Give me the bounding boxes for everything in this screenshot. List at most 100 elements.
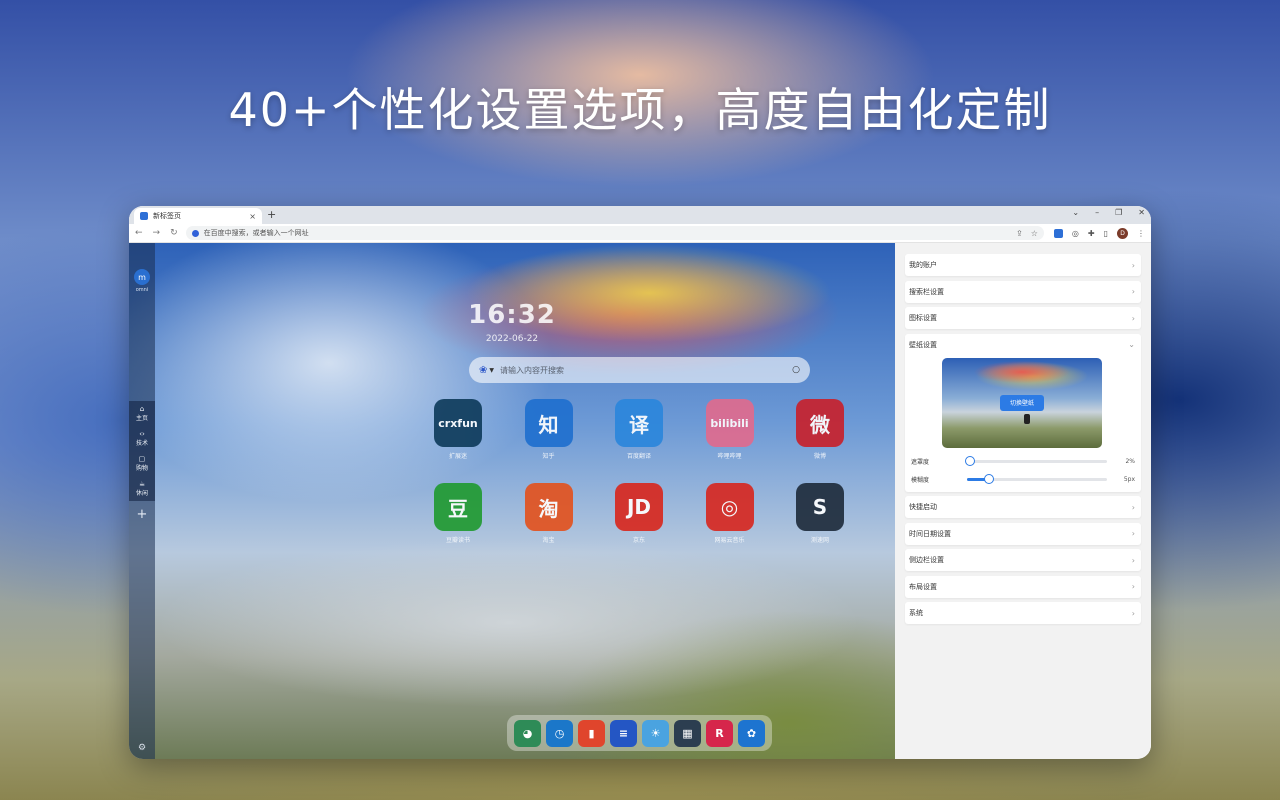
app-shortcut[interactable]: bilibili 哔哩哔哩 xyxy=(700,399,760,460)
search-bar[interactable]: ❀ ▼ 请输入内容开搜索 ○ xyxy=(469,357,810,383)
home-icon: ⌂ xyxy=(139,405,145,413)
settings-row-label: 快捷启动 xyxy=(909,503,937,511)
forward-icon[interactable]: → xyxy=(153,228,161,238)
sidebar-item-shopping[interactable]: ▢ 购物 xyxy=(136,455,148,472)
tab-close-icon[interactable]: × xyxy=(249,212,256,221)
clock-date: 2022-06-22 xyxy=(485,334,539,344)
close-window-icon[interactable]: ✕ xyxy=(1138,208,1145,217)
app-icon[interactable]: bilibili xyxy=(705,399,754,447)
app-label: 淘宝 xyxy=(542,537,555,544)
slider-track[interactable] xyxy=(967,473,1107,484)
app-icon[interactable]: 知 xyxy=(524,399,573,447)
dock: ◕ ◷ ▮ ≡ ☀ ▦ R ✿ xyxy=(507,715,772,751)
omni-logo-text: omni xyxy=(135,287,149,293)
sidepanel-icon[interactable]: ▯ xyxy=(1104,229,1108,238)
calendar-icon[interactable]: ▦ xyxy=(674,719,701,747)
wallpaper-settings-header[interactable]: 壁纸设置 ⌄ xyxy=(909,339,1135,351)
baidu-paw-icon[interactable]: ❀ xyxy=(479,365,487,376)
tab-favicon-icon xyxy=(140,212,148,220)
app-shortcut[interactable]: 微微博 xyxy=(790,399,850,460)
menu-icon[interactable]: ⋮ xyxy=(1137,229,1145,238)
app-icon[interactable]: 译 xyxy=(615,399,663,447)
app-shortcut[interactable]: S 测速网 xyxy=(790,483,850,544)
omnibox[interactable]: 在百度中搜索，或者输入一个网址 ⇪ ☆ xyxy=(185,226,1044,240)
gear-icon[interactable]: ⚙ xyxy=(138,743,146,753)
app-shortcut[interactable]: 知知乎 xyxy=(519,399,579,460)
app-icon[interactable]: 微 xyxy=(796,399,844,447)
slider-knob[interactable] xyxy=(964,455,975,466)
restore-icon[interactable]: ❐ xyxy=(1115,208,1122,217)
settings-row-label: 我的账户 xyxy=(909,261,937,269)
settings-row[interactable]: 侧边栏设置 › xyxy=(905,549,1141,571)
profile-avatar[interactable]: D xyxy=(1117,227,1128,239)
search-input[interactable]: 请输入内容开搜索 xyxy=(500,365,792,376)
omnibox-placeholder[interactable]: 在百度中搜索，或者输入一个网址 xyxy=(204,228,1016,238)
slider-knob[interactable] xyxy=(984,473,995,484)
star-icon[interactable]: ☆ xyxy=(1031,229,1038,238)
sidebar-item-home[interactable]: ⌂ 主页 xyxy=(136,405,148,422)
chevron-right-icon: › xyxy=(1131,260,1135,270)
puzzle-icon[interactable]: ✚ xyxy=(1088,229,1095,238)
switch-wallpaper-button[interactable]: 切换壁纸 xyxy=(1000,394,1044,411)
app-shortcut[interactable]: 译百度翻译 xyxy=(609,399,669,460)
app-shortcut[interactable]: JD 京东 xyxy=(609,483,669,544)
slider-row: 遮罩度 2% xyxy=(909,455,1135,466)
new-tab-stage: m omni ⌂ 主页 ‹› 技术 ▢ 购物 ☕ 休闲 + ⚙ 16:32 20… xyxy=(129,243,895,759)
app-icon[interactable]: 豆 xyxy=(434,483,482,531)
app-label: 豆瓣读书 xyxy=(445,537,470,544)
settings-row[interactable]: 搜索栏设置 › xyxy=(905,280,1141,303)
app-shortcut[interactable]: ◎ 网易云音乐 xyxy=(700,483,760,544)
app-icon[interactable]: S xyxy=(796,483,844,531)
clock-time: 16:32 xyxy=(468,300,556,330)
app-label: 测速网 xyxy=(810,537,829,544)
add-group-button[interactable]: + xyxy=(137,507,148,522)
settings-row[interactable]: 系统 › xyxy=(905,602,1141,624)
search-icon[interactable]: ○ xyxy=(792,365,800,375)
sidebar-item-leisure[interactable]: ☕ 休闲 xyxy=(136,480,148,497)
back-icon[interactable]: ← xyxy=(135,228,143,238)
paraglider-figure xyxy=(1024,413,1030,424)
settings-row[interactable]: 图标设置 › xyxy=(905,307,1141,329)
app-icon[interactable]: crxfun xyxy=(434,399,482,447)
settings-row[interactable]: 快捷启动 › xyxy=(905,496,1141,518)
settings-panel: 我的账户 › 搜索栏设置 › 图标设置 › 壁纸设置 ⌄ 切换壁纸 遮罩度 2% 模糊度 5px… xyxy=(895,243,1151,759)
slider-track[interactable] xyxy=(964,455,1107,466)
sidebar-item-label: 购物 xyxy=(135,465,148,472)
bag-icon: ▢ xyxy=(138,455,146,463)
omni-logo-icon[interactable]: m xyxy=(134,269,150,285)
app-icon[interactable]: ◎ xyxy=(705,483,754,531)
address-bar: ← → ↻ 在百度中搜索，或者输入一个网址 ⇪ ☆ ◎ ✚ ▯ D ⋮ xyxy=(129,224,1151,243)
app-icon[interactable]: 淘 xyxy=(524,483,573,531)
headline: 40+个性化设置选项，高度自由化定制 xyxy=(228,83,1052,137)
slider-label: 模糊度 xyxy=(911,476,930,484)
bookmark-icon[interactable]: ▮ xyxy=(578,719,605,747)
weather-icon[interactable]: ☀ xyxy=(642,719,669,747)
settings-row-label: 布局设置 xyxy=(909,582,937,591)
record-icon[interactable]: ◎ xyxy=(1072,229,1079,238)
chevron-down-icon[interactable]: ▼ xyxy=(489,367,494,374)
app-shortcut[interactable]: crxfun 扩展迷 xyxy=(428,399,488,460)
tab-newtab[interactable]: 新标签页 × xyxy=(134,208,262,224)
clock-icon[interactable]: ◷ xyxy=(546,719,573,747)
sidebar-item-label: 休闲 xyxy=(135,490,148,497)
chevron-right-icon: › xyxy=(1131,313,1135,323)
list-icon[interactable]: ≡ xyxy=(610,719,637,747)
settings-row-label: 系统 xyxy=(909,609,923,617)
app-shortcut[interactable]: 豆豆瓣读书 xyxy=(428,483,488,544)
chevron-right-icon: › xyxy=(1131,529,1135,538)
chrome-icon[interactable]: ◕ xyxy=(514,719,541,747)
new-tab-button[interactable]: + xyxy=(267,208,276,221)
settings-row[interactable]: 我的账户 › xyxy=(905,254,1141,276)
extension-icon[interactable] xyxy=(1053,228,1063,238)
settings-row[interactable]: 时间日期设置 › xyxy=(905,522,1141,545)
sidebar-item-tech[interactable]: ‹› 技术 xyxy=(136,430,148,447)
share-icon[interactable]: ⇪ xyxy=(1016,229,1023,238)
minimize-icon[interactable]: – xyxy=(1095,208,1099,217)
r-icon[interactable]: R xyxy=(706,719,733,747)
reload-icon[interactable]: ↻ xyxy=(170,228,178,238)
app-icon[interactable]: JD xyxy=(615,483,663,531)
app-shortcut[interactable]: 淘淘宝 xyxy=(519,483,579,544)
tab-search-icon[interactable]: ⌄ xyxy=(1072,208,1079,217)
settings-icon[interactable]: ✿ xyxy=(738,719,765,747)
settings-row[interactable]: 布局设置 › xyxy=(905,575,1141,598)
